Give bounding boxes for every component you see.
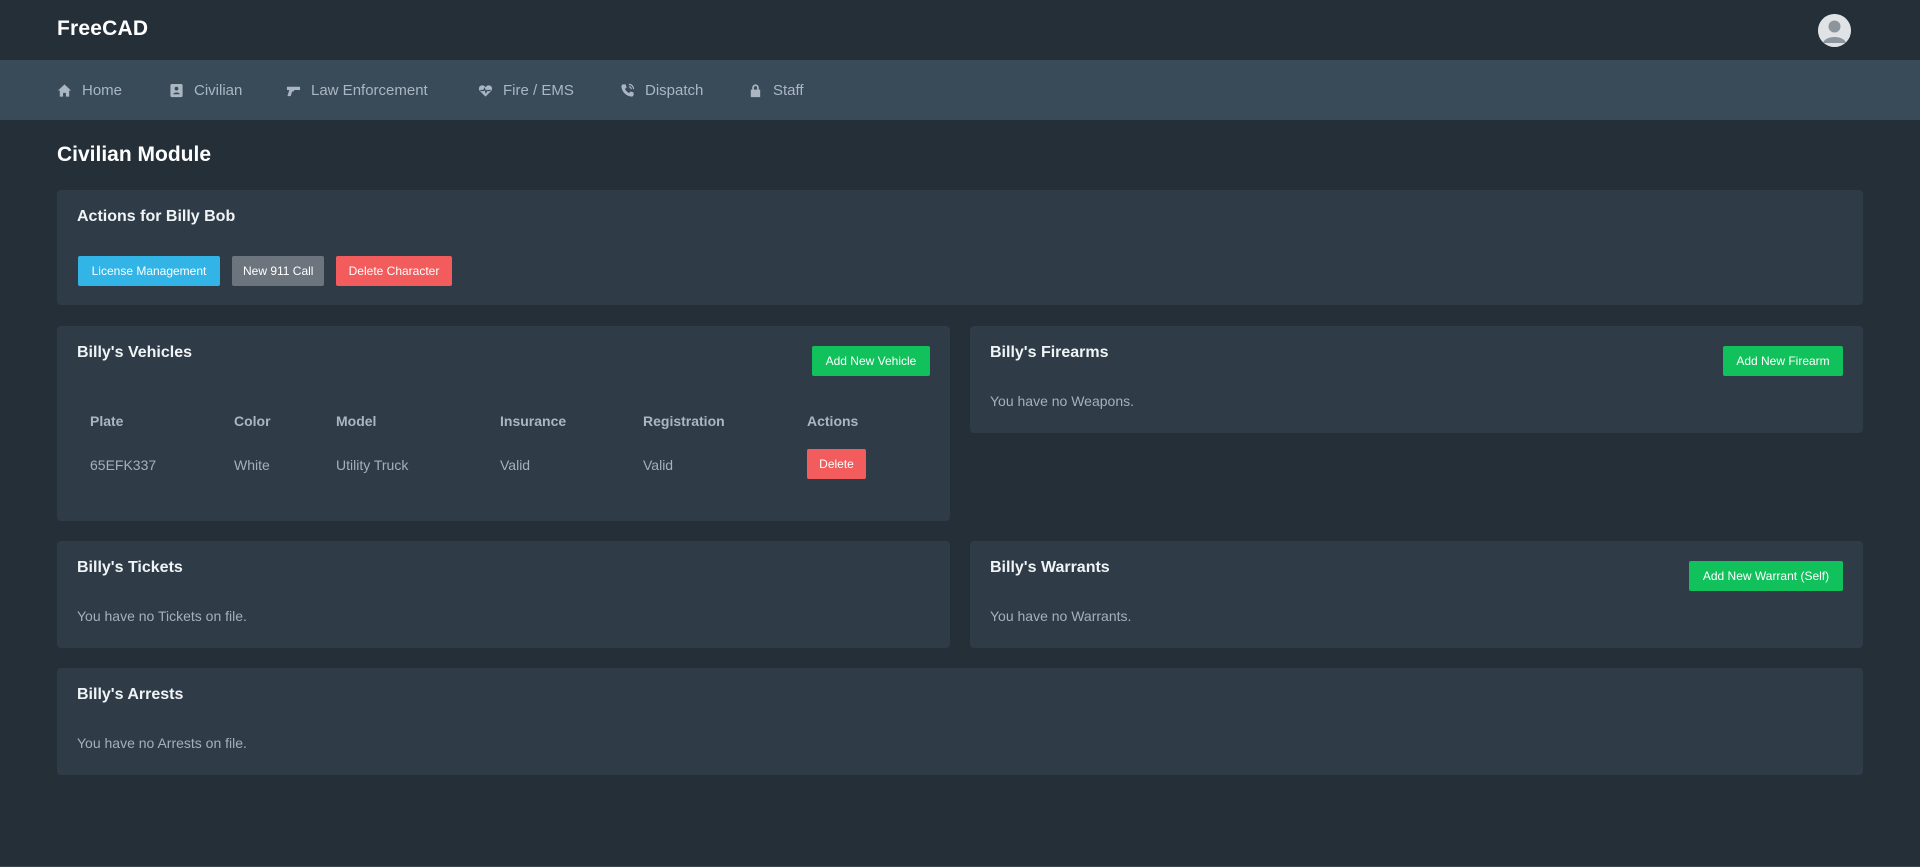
user-avatar-icon[interactable] xyxy=(1818,14,1851,47)
vehicles-card-title: Billy's Vehicles xyxy=(77,344,192,361)
add-new-warrant-button[interactable]: Add New Warrant (Self) xyxy=(1689,561,1843,591)
home-icon xyxy=(57,83,72,97)
main-navbar: Home Civilian Law Enforcement Fire / EMS… xyxy=(0,60,1920,120)
nav-item-label: Civilian xyxy=(194,81,243,99)
vehicle-model: Utility Truck xyxy=(336,457,409,473)
nav-item-dispatch[interactable]: Dispatch xyxy=(620,60,703,120)
column-header-plate: Plate xyxy=(90,413,124,429)
delete-vehicle-button[interactable]: Delete xyxy=(807,449,866,479)
column-header-color: Color xyxy=(234,413,271,429)
nav-item-law-enforcement[interactable]: Law Enforcement xyxy=(286,60,428,120)
tickets-card: Billy's Tickets You have no Tickets on f… xyxy=(57,541,950,648)
arrests-card: Billy's Arrests You have no Arrests on f… xyxy=(57,668,1863,775)
nav-item-label: Law Enforcement xyxy=(311,81,428,99)
firearms-empty-text: You have no Weapons. xyxy=(990,393,1135,409)
arrests-card-title: Billy's Arrests xyxy=(77,686,184,703)
nav-item-staff[interactable]: Staff xyxy=(748,60,804,120)
nav-item-label: Staff xyxy=(773,81,804,99)
lock-icon xyxy=(750,83,761,97)
add-new-vehicle-button[interactable]: Add New Vehicle xyxy=(812,346,930,376)
page-title: Civilian Module xyxy=(57,143,212,166)
column-header-registration: Registration xyxy=(643,413,725,429)
nav-item-label: Home xyxy=(82,81,123,99)
add-new-firearm-button[interactable]: Add New Firearm xyxy=(1723,346,1843,376)
license-management-button[interactable]: License Management xyxy=(78,256,220,286)
vehicle-registration: Valid xyxy=(643,457,674,473)
warrants-empty-text: You have no Warrants. xyxy=(990,608,1132,624)
vehicle-color: White xyxy=(234,457,270,473)
arrests-empty-text: You have no Arrests on file. xyxy=(77,735,247,751)
nav-item-label: Fire / EMS xyxy=(503,81,574,99)
phone-icon xyxy=(621,83,635,97)
tickets-empty-text: You have no Tickets on file. xyxy=(77,608,247,624)
new-911-call-button[interactable]: New 911 Call xyxy=(232,256,324,286)
gun-icon xyxy=(286,86,301,96)
warrants-card-title: Billy's Warrants xyxy=(990,559,1110,576)
warrants-card: Billy's Warrants Add New Warrant (Self) … xyxy=(970,541,1863,648)
column-header-model: Model xyxy=(336,413,377,429)
brand-logo[interactable]: FreeCAD xyxy=(57,17,148,41)
nav-item-fire-ems[interactable]: Fire / EMS xyxy=(478,60,574,120)
vehicles-card: Billy's Vehicles Add New Vehicle Plate C… xyxy=(57,326,950,521)
firearms-card: Billy's Firearms Add New Firearm You hav… xyxy=(970,326,1863,433)
column-header-insurance: Insurance xyxy=(500,413,567,429)
vehicle-plate: 65EFK337 xyxy=(90,457,157,473)
id-card-icon xyxy=(170,83,183,97)
vehicle-insurance: Valid xyxy=(500,457,531,473)
delete-character-button[interactable]: Delete Character xyxy=(336,256,452,286)
actions-card-title: Actions for Billy Bob xyxy=(77,208,236,225)
tickets-card-title: Billy's Tickets xyxy=(77,559,183,576)
nav-item-label: Dispatch xyxy=(645,81,704,99)
column-header-actions: Actions xyxy=(807,413,859,429)
heartbeat-icon xyxy=(478,84,493,97)
top-bar: FreeCAD xyxy=(0,0,1920,60)
nav-item-home[interactable]: Home xyxy=(57,60,122,120)
nav-item-civilian[interactable]: Civilian xyxy=(169,60,242,120)
firearms-card-title: Billy's Firearms xyxy=(990,344,1109,361)
actions-card: Actions for Billy Bob License Management… xyxy=(57,190,1863,305)
